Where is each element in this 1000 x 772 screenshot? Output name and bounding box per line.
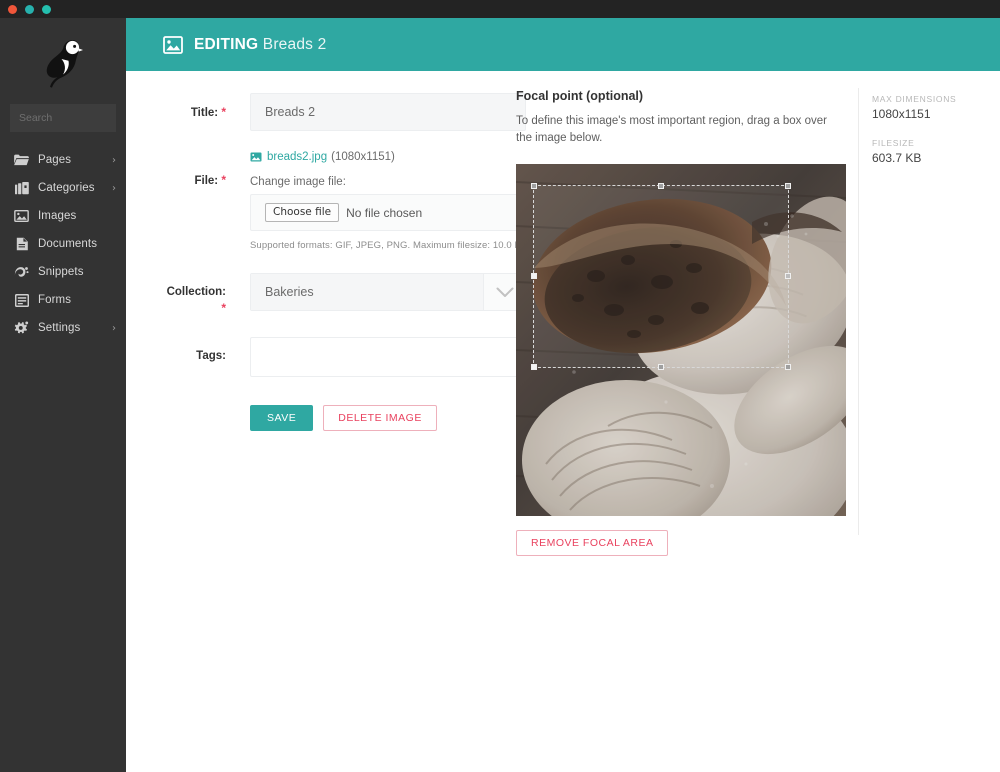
- tags-label: Tags:: [160, 337, 226, 377]
- page-title: EDITING Breads 2: [194, 36, 326, 54]
- current-file-dimensions: (1080x1151): [331, 151, 395, 163]
- sidebar-item-label: Images: [38, 210, 77, 222]
- page-title-action: EDITING: [194, 35, 259, 53]
- meta-filesize: FILESIZE 603.7 KB: [872, 138, 992, 165]
- focal-point-section: Focal point (optional) To define this im…: [516, 89, 856, 556]
- sidebar-item-images[interactable]: Images: [0, 202, 126, 230]
- focal-handle-e[interactable]: [785, 273, 791, 279]
- focal-handle-s[interactable]: [658, 363, 664, 370]
- collection-select[interactable]: Bakeries: [250, 273, 526, 311]
- focal-handle-nw[interactable]: [531, 182, 537, 189]
- sidebar-item-pages[interactable]: Pages ›: [0, 146, 126, 174]
- tags-input[interactable]: [250, 337, 526, 378]
- focal-point-image[interactable]: [516, 163, 846, 516]
- sidebar-item-label: Snippets: [38, 266, 84, 278]
- image-icon: [163, 35, 183, 54]
- sidebar-item-label: Documents: [38, 238, 98, 250]
- chevron-right-icon: ›: [112, 182, 116, 194]
- file-label-text: File:: [194, 175, 219, 187]
- chevron-right-icon: ›: [112, 322, 116, 334]
- meta-key: MAX DIMENSIONS: [872, 94, 957, 104]
- no-file-chosen-text: No file chosen: [346, 205, 423, 220]
- collection-label-text: Collection:: [166, 286, 226, 298]
- focal-handle-ne[interactable]: [785, 182, 791, 189]
- window-controls: [8, 5, 51, 14]
- sidebar-item-categories[interactable]: Categories ›: [0, 174, 126, 202]
- save-button[interactable]: SAVE: [250, 405, 314, 432]
- file-label: File: *: [160, 145, 226, 251]
- snippet-icon: [14, 265, 29, 280]
- focal-handle-sw[interactable]: [531, 363, 537, 370]
- title-input[interactable]: Breads 2: [250, 93, 526, 131]
- remove-focal-area-row: REMOVE FOCAL AREA: [516, 529, 856, 556]
- maximize-window-button[interactable]: [42, 5, 51, 14]
- sidebar-item-settings[interactable]: Settings ›: [0, 314, 126, 342]
- required-marker: *: [221, 105, 226, 119]
- meta-key: FILESIZE: [872, 138, 915, 148]
- window-titlebar: [0, 0, 1000, 18]
- sidebar-item-label: Pages: [38, 154, 72, 166]
- chevron-right-icon: ›: [112, 154, 116, 166]
- required-marker: *: [221, 301, 226, 316]
- sidebar-item-label: Categories: [38, 182, 95, 194]
- sidebar: Pages › Categories ›: [0, 18, 166, 772]
- sidebar-nav: Pages › Categories › Images Documents Sn…: [0, 146, 126, 342]
- sidebar-item-label: Settings: [38, 322, 81, 334]
- meta-value: 1080x1151: [872, 107, 931, 121]
- tags-label-text: Tags:: [196, 350, 226, 363]
- current-file-link[interactable]: breads2.jpg: [267, 151, 327, 163]
- minimize-window-button[interactable]: [25, 5, 34, 14]
- file-upload-field[interactable]: Choose file No file chosen: [250, 194, 526, 231]
- gear-icon: [14, 321, 29, 336]
- choose-file-button[interactable]: Choose file: [265, 203, 340, 222]
- focal-area-selection[interactable]: [531, 182, 791, 370]
- focal-point-heading: Focal point (optional): [516, 89, 644, 103]
- document-icon: [14, 237, 29, 252]
- briefcase-icon: [14, 181, 29, 196]
- title-label: Title: *: [160, 93, 226, 131]
- remove-focal-area-button[interactable]: REMOVE FOCAL AREA: [516, 529, 669, 556]
- search-box[interactable]: [10, 104, 166, 132]
- title-label-text: Title:: [190, 107, 219, 119]
- main-content: Title: * Breads 2 File: * breads2.jpg (1…: [126, 71, 1000, 772]
- vertical-divider: [858, 88, 859, 535]
- focal-point-description: To define this image's most important re…: [516, 115, 827, 145]
- delete-image-button[interactable]: DELETE IMAGE: [323, 405, 437, 432]
- focal-handle-w[interactable]: [531, 273, 537, 279]
- close-window-button[interactable]: [8, 5, 17, 14]
- image-icon: [14, 209, 29, 224]
- title-input-value: Breads 2: [265, 105, 316, 119]
- logo[interactable]: [0, 18, 126, 104]
- sidebar-item-snippets[interactable]: Snippets: [0, 258, 126, 286]
- sidebar-item-label: Forms: [38, 294, 72, 306]
- required-marker: *: [221, 173, 226, 187]
- sidebar-item-forms[interactable]: Forms: [0, 286, 126, 314]
- wagtail-bird-logo-icon: [46, 40, 83, 88]
- page-title-object: Breads 2: [262, 35, 327, 53]
- sidebar-item-documents[interactable]: Documents: [0, 230, 126, 258]
- folder-icon: [14, 153, 29, 168]
- meta-value: 603.7 KB: [872, 151, 922, 165]
- image-thumb-icon: [250, 152, 262, 162]
- focal-handle-n[interactable]: [658, 182, 664, 189]
- page-header: EDITING Breads 2: [126, 18, 1000, 71]
- forms-icon: [14, 293, 29, 308]
- image-meta-panel: MAX DIMENSIONS 1080x1151 FILESIZE 603.7 …: [872, 94, 992, 165]
- meta-max-dimensions: MAX DIMENSIONS 1080x1151: [872, 94, 992, 121]
- collection-label: Collection: *: [160, 273, 226, 316]
- collection-selected-value: Bakeries: [251, 274, 483, 310]
- focal-handle-se[interactable]: [785, 363, 791, 370]
- app-window: Pages › Categories ›: [0, 0, 1000, 772]
